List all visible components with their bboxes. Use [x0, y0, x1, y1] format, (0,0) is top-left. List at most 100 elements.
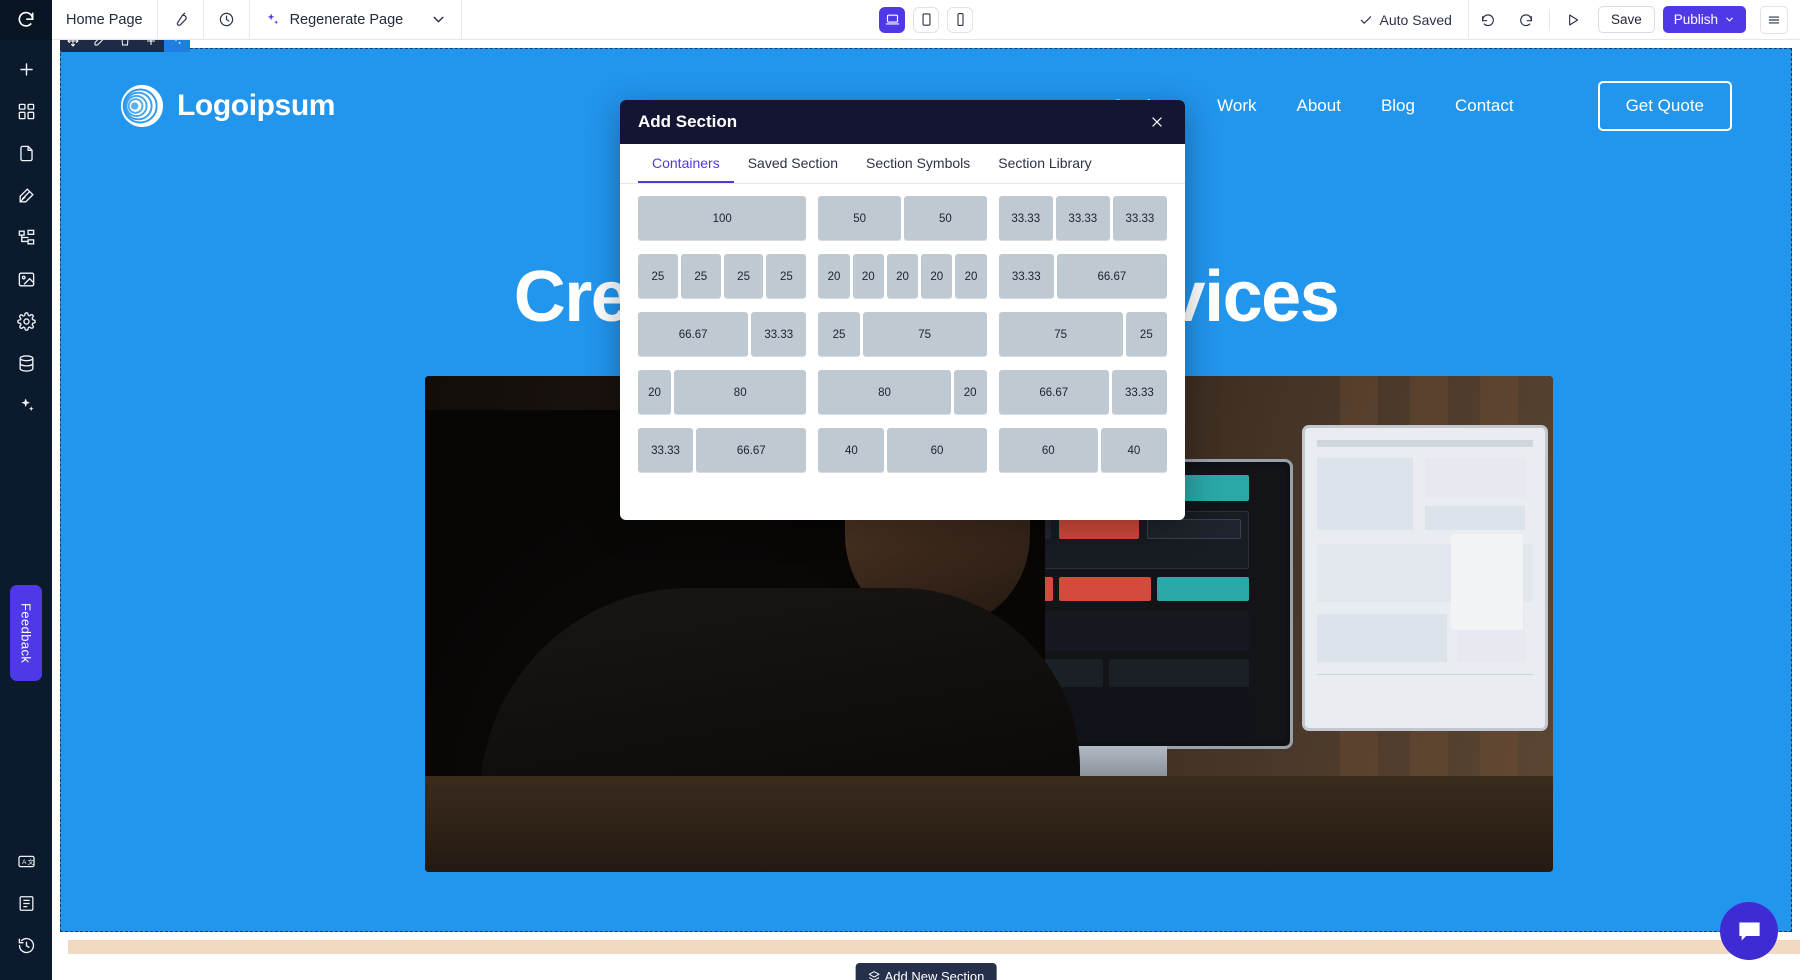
publish-label: Publish — [1673, 12, 1718, 27]
sparkles-icon — [267, 13, 278, 25]
layout-row: 100 50 50 33.33 33.33 33.33 — [638, 196, 1167, 241]
tab-section-library[interactable]: Section Library — [984, 144, 1105, 183]
viewport-mobile-button[interactable] — [947, 6, 973, 33]
desk-surface — [425, 776, 1553, 872]
tab-saved-section[interactable]: Saved Section — [734, 144, 852, 183]
move-icon — [67, 40, 79, 47]
chevron-down-icon[interactable] — [430, 11, 447, 28]
layout-option-60-40[interactable]: 60 40 — [998, 428, 1167, 473]
add-new-section-button[interactable]: Add New Section — [855, 963, 997, 980]
tab-section-symbols[interactable]: Section Symbols — [852, 144, 984, 183]
chat-widget-button[interactable] — [1720, 902, 1778, 960]
element-ai-button[interactable] — [164, 40, 190, 52]
mobile-icon — [956, 13, 964, 26]
sidebar-item-widgets[interactable] — [0, 90, 52, 132]
undo-icon — [1482, 13, 1494, 26]
chevron-down-icon — [1726, 17, 1733, 22]
undo-button[interactable] — [1469, 0, 1507, 40]
layout-row: 20 80 80 20 66.67 33.33 — [638, 370, 1167, 415]
page-icon — [19, 145, 33, 161]
layout-option-66.67-33.33[interactable]: 66.67 33.33 — [638, 312, 807, 357]
layout-cell: 20 — [852, 254, 884, 299]
main-menu-button[interactable] — [1760, 5, 1788, 34]
sidebar-item-ai[interactable] — [0, 384, 52, 426]
layout-cell: 25 — [1125, 312, 1167, 357]
layers-add-icon — [868, 971, 880, 980]
sidebar-item-pages[interactable] — [0, 132, 52, 174]
layout-cell: 20 — [953, 370, 987, 415]
sidebar-item-design[interactable] — [0, 174, 52, 216]
nav-link-blog[interactable]: Blog — [1381, 96, 1415, 116]
modal-title: Add Section — [638, 112, 738, 131]
page-name-tab[interactable]: Home Page — [52, 0, 158, 40]
layout-row: 25 25 25 25 20 20 20 20 20 33.33 66.67 — [638, 254, 1167, 299]
layout-option-100[interactable]: 100 — [638, 196, 807, 241]
layout-option-33.33-66.67[interactable]: 33.33 66.67 — [998, 254, 1167, 299]
sidebar-item-layers[interactable] — [0, 216, 52, 258]
element-move-button[interactable] — [60, 40, 86, 52]
element-edit-button[interactable] — [86, 40, 112, 52]
layout-cell: 60 — [998, 428, 1098, 473]
layout-cell: 40 — [1100, 428, 1167, 473]
viewport-tablet-button[interactable] — [913, 6, 939, 33]
sidebar-item-docs[interactable] — [0, 882, 52, 924]
layout-cell: 20 — [886, 254, 919, 299]
site-logo-text: Logoipsum — [177, 89, 336, 122]
play-icon — [1569, 13, 1579, 26]
tab-containers[interactable]: Containers — [638, 144, 734, 183]
sparkles-icon — [20, 397, 34, 411]
autosave-status: Auto Saved — [1343, 0, 1469, 40]
layout-option-80-20[interactable]: 80 20 — [818, 370, 987, 415]
sidebar-item-history[interactable] — [0, 924, 52, 966]
page-history-button[interactable] — [204, 0, 250, 40]
layout-option-66.67-33.33[interactable]: 66.67 33.33 — [998, 370, 1167, 415]
save-button[interactable]: Save — [1597, 6, 1655, 33]
feedback-button[interactable]: Feedback — [10, 585, 42, 681]
layout-cell: 60 — [887, 428, 987, 473]
layout-option-33.33-66.67[interactable]: 33.33 66.67 — [638, 428, 807, 473]
nav-link-about[interactable]: About — [1297, 96, 1341, 116]
layout-option-25-75[interactable]: 25 75 — [818, 312, 987, 357]
redo-button[interactable] — [1507, 0, 1545, 40]
close-icon[interactable] — [1147, 112, 1167, 132]
nav-link-contact[interactable]: Contact — [1455, 96, 1514, 116]
sidebar-item-settings[interactable] — [0, 300, 52, 342]
widgets-icon — [18, 103, 34, 119]
layout-cell: 33.33 — [1112, 196, 1167, 241]
container-layout-grid: 100 50 50 33.33 33.33 33.33 25 25 25 25 20 20 20 20 20… — [620, 184, 1185, 520]
viewport-desktop-button[interactable] — [879, 6, 905, 33]
preview-button[interactable] — [1554, 0, 1592, 40]
layout-option-40-60[interactable]: 40 60 — [818, 428, 987, 473]
app-logo[interactable] — [0, 0, 52, 40]
element-add-button[interactable] — [138, 40, 164, 52]
page-settings-button[interactable] — [158, 0, 204, 40]
sidebar-item-translate[interactable]: A文 — [0, 840, 52, 882]
regenerate-page-button[interactable]: Regenerate Page — [250, 0, 463, 40]
layout-option-75-25[interactable]: 75 25 — [998, 312, 1167, 357]
sidebar-item-data[interactable] — [0, 342, 52, 384]
section-divider — [68, 940, 1800, 954]
sidebar-item-add[interactable] — [0, 48, 52, 90]
element-delete-button[interactable] — [112, 40, 138, 52]
sidebar-item-media[interactable] — [0, 258, 52, 300]
layout-cell: 33.33 — [1111, 370, 1167, 415]
app-root: Feedback A文 Home Page Regenerate Page Au… — [0, 0, 1800, 980]
layout-option-33.33-33.33-33.33[interactable]: 33.33 33.33 33.33 — [998, 196, 1167, 241]
desk-lamp — [1451, 534, 1523, 630]
layout-option-50-50[interactable]: 50 50 — [818, 196, 987, 241]
autosave-label: Auto Saved — [1379, 11, 1452, 28]
layout-cell: 33.33 — [751, 312, 807, 357]
layout-cell: 33.33 — [998, 254, 1054, 299]
layout-cell: 100 — [638, 196, 807, 241]
layout-cell: 80 — [674, 370, 807, 415]
site-logo[interactable]: Logoipsum — [120, 84, 335, 128]
layout-cell: 25 — [766, 254, 807, 299]
publish-button[interactable]: Publish — [1662, 6, 1746, 33]
layout-cell: 33.33 — [998, 196, 1053, 241]
layout-option-20-80[interactable]: 20 80 — [638, 370, 807, 415]
layout-cell: 66.67 — [696, 428, 807, 473]
get-quote-button[interactable]: Get Quote — [1597, 81, 1732, 131]
layout-option-25-25-25-25[interactable]: 25 25 25 25 — [638, 254, 807, 299]
nav-link-work[interactable]: Work — [1217, 96, 1256, 116]
layout-option-20-20-20-20-20[interactable]: 20 20 20 20 20 — [818, 254, 987, 299]
